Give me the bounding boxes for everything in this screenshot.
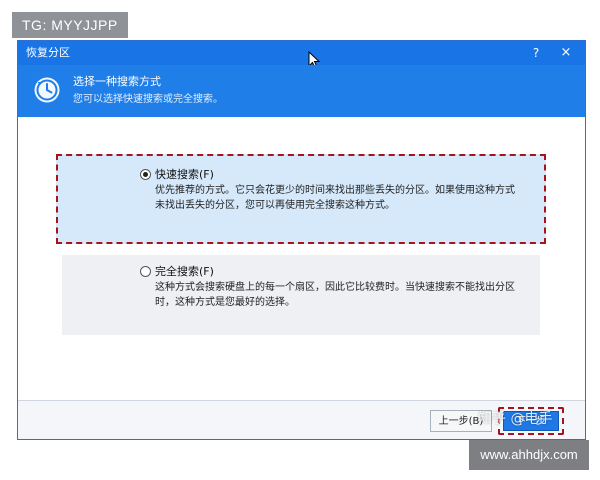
quick-search-label: 快速搜索(F): [155, 168, 214, 181]
window-title: 恢复分区: [26, 46, 70, 59]
header-title: 选择一种搜索方式: [73, 75, 161, 88]
close-button[interactable]: ×: [555, 41, 577, 65]
next-button[interactable]: 下一步: [503, 411, 559, 431]
quick-search-option[interactable]: 快速搜索(F) 优先推荐的方式。它只会花更少的时间来找出那些丢失的分区。如果使用…: [56, 154, 546, 244]
full-search-option[interactable]: 完全搜索(F) 这种方式会搜索硬盘上的每一个扇区，因此它比较费时。当快速搜索不能…: [62, 255, 540, 335]
tag-watermark: TG: MYYJJPP: [12, 12, 128, 38]
full-search-desc-line2: 时，这种方式是您最好的选择。: [155, 297, 295, 308]
full-search-radio[interactable]: [140, 266, 151, 277]
full-search-desc-line1: 这种方式会搜索硬盘上的每一个扇区，因此它比较费时。当快速搜索不能找出分区: [155, 282, 515, 293]
full-search-label: 完全搜索(F): [155, 265, 214, 278]
title-bar: 恢复分区 ? ×: [18, 41, 585, 65]
clock-search-icon: [34, 77, 60, 103]
back-button[interactable]: 上一步(B): [430, 410, 492, 432]
quick-search-desc-line1: 优先推荐的方式。它只会花更少的时间来找出那些丢失的分区。如果使用这种方式: [155, 185, 515, 196]
next-button-highlight: 下一步: [498, 407, 564, 435]
help-button[interactable]: ?: [525, 41, 547, 65]
header-subtitle: 您可以选择快速搜索或完全搜索。: [73, 94, 223, 105]
wizard-header: 选择一种搜索方式 您可以选择快速搜索或完全搜索。: [18, 65, 585, 117]
dialog-footer: 上一步(B) 下一步: [18, 400, 585, 439]
quick-search-radio[interactable]: [140, 169, 151, 180]
recover-partition-dialog: 恢复分区 ? × 选择一种搜索方式 您可以选择快速搜索或完全搜索。 快速搜索(F…: [17, 40, 586, 440]
site-watermark: www.ahhdjx.com: [469, 440, 589, 470]
quick-search-desc-line2: 未找出丢失的分区，您可以再使用完全搜索这种方式。: [155, 200, 395, 211]
